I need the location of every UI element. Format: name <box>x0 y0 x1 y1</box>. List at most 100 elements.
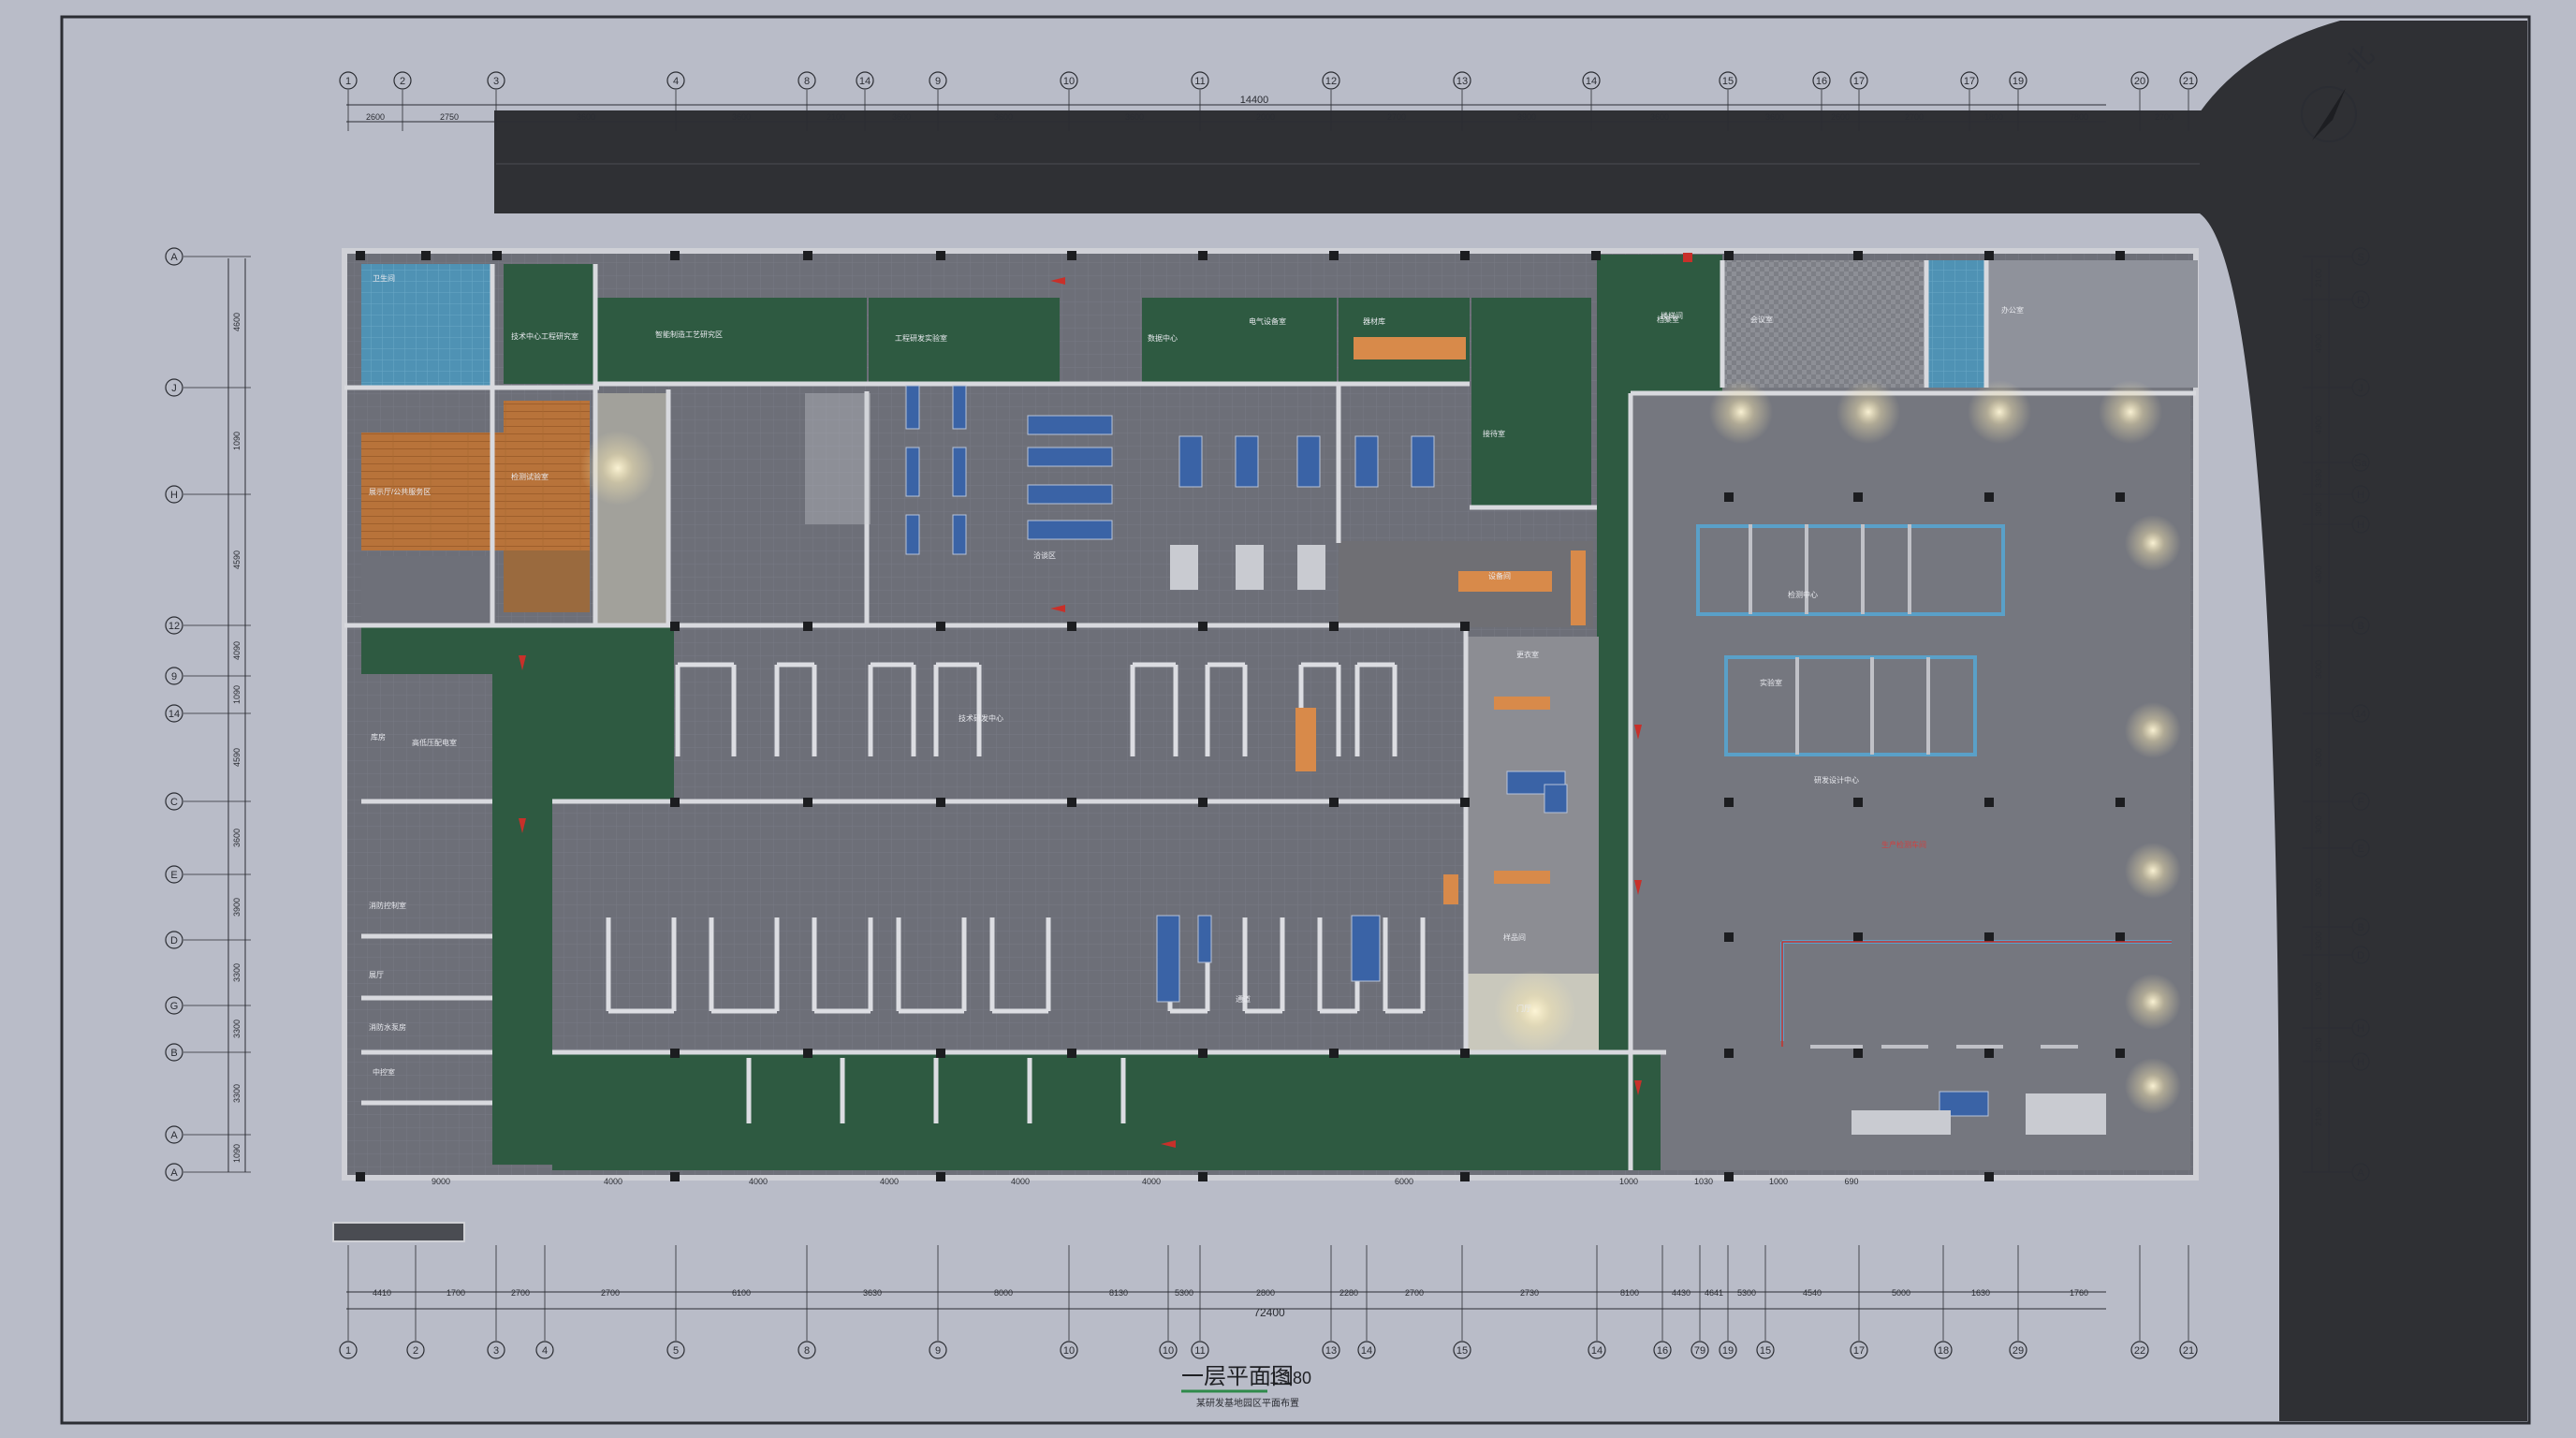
right-dimension: 3390 <box>2314 469 2323 488</box>
left-dimension: 3300 <box>232 963 242 982</box>
right-dimension: 1900 <box>2314 982 2323 1001</box>
foot-dimension: 4000 <box>1011 1177 1030 1186</box>
top-dimension: 3600 <box>994 112 1013 122</box>
bottom-dimension: 4430 <box>1672 1288 1690 1298</box>
room-label: 电气设备室 <box>1249 316 1286 326</box>
right-axis-label: A <box>2357 1167 2364 1179</box>
right-dimension: 4900 <box>2314 416 2323 434</box>
bottom-dimension: 6100 <box>732 1288 751 1298</box>
bottom-axis-label: 17 <box>1853 1345 1865 1357</box>
room-label: 库房 <box>371 732 386 741</box>
right-axis-label: J <box>2358 383 2364 394</box>
left-axis-label: 12 <box>168 621 180 632</box>
left-dimension: 1090 <box>232 685 242 704</box>
room-label: 检测试验室 <box>511 472 549 481</box>
top-dimension: 2700 <box>1905 112 1924 122</box>
left-axis-label: A <box>170 1130 178 1141</box>
room-label: 展厅 <box>369 971 384 979</box>
right-axis-label: B <box>2357 922 2364 933</box>
left-axis-label: C <box>170 797 178 808</box>
room-label: 实验室 <box>1760 678 1782 687</box>
bottom-axis-label: 13 <box>1325 1345 1337 1357</box>
top-axis-label: 3 <box>493 76 499 87</box>
room-label: 办公室 <box>2001 305 2024 315</box>
left-axis-label: E <box>170 870 177 881</box>
right-axis-label: H <box>2357 1057 2364 1068</box>
left-axis-label: 14 <box>168 709 180 720</box>
bottom-axis-label: 11 <box>1194 1345 1205 1357</box>
floor-plan-sheet: 北 卫生间 展示厅/公共服务区 技术中心工程研究室 检测试验室 智能制造工艺研究… <box>60 15 2531 1425</box>
right-dimension: 300 <box>2314 1037 2323 1051</box>
top-dimension: 2600 <box>1831 112 1850 122</box>
top-dimension: 3600 <box>732 112 751 122</box>
left-dimension: 4600 <box>232 313 242 331</box>
top-dimension: 2750 <box>440 112 459 122</box>
top-axis-label: 17 <box>1964 76 1975 87</box>
bottom-axis-label: 14 <box>1361 1345 1372 1357</box>
left-axis-label: H <box>170 490 178 501</box>
top-axis-label: 12 <box>1325 76 1337 87</box>
foot-dimension: 9000 <box>432 1177 450 1186</box>
bottom-axis-label: 29 <box>2012 1345 2024 1357</box>
foot-dimension: 1000 <box>1619 1177 1638 1186</box>
toilet-tile-2 <box>1926 260 1986 388</box>
top-axis-label: 10 <box>1063 76 1075 87</box>
bottom-dimension: 4410 <box>373 1288 391 1298</box>
right-dimension: 3300 <box>2314 932 2323 950</box>
right-dimension: 2190 <box>2314 1108 2323 1126</box>
bottom-dimension: 1700 <box>446 1288 465 1298</box>
room-label: 技术研发中心 <box>959 713 1003 723</box>
bottom-dimension: 5300 <box>1737 1288 1756 1298</box>
bottom-dimension: 1760 <box>2070 1288 2088 1298</box>
room-label: 生产检测车间 <box>1881 840 1926 849</box>
right-axis-label: F <box>2358 797 2364 808</box>
bottom-axis-label: 5 <box>673 1345 679 1357</box>
room-label: 会议室 <box>1750 315 1773 324</box>
right-axis-label: R <box>2357 295 2364 306</box>
top-dimension: 3600 <box>892 112 911 122</box>
left-axis-label: A <box>170 1167 178 1179</box>
bottom-axis-label: 79 <box>1694 1345 1705 1357</box>
top-axis-label: 14 <box>1586 76 1597 87</box>
top-dimension: 2700 <box>1387 112 1406 122</box>
bottom-dimension: 1630 <box>1971 1288 1990 1298</box>
bottom-axis-label: 3 <box>493 1345 499 1357</box>
left-dimension: 1090 <box>232 432 242 450</box>
bottom-dimension: 4641 <box>1705 1288 1723 1298</box>
bottom-dimension: 8000 <box>994 1288 1013 1298</box>
bottom-axis-label: 14 <box>1591 1345 1603 1357</box>
room-label: 消防控制室 <box>369 901 406 910</box>
room-label: 高低压配电室 <box>412 738 457 747</box>
top-total-dimension: 14400 <box>1240 95 1269 106</box>
top-dimension: 3600 <box>577 112 595 122</box>
top-axis-label: 2 <box>400 76 405 87</box>
drawing-subtitle: 某研发基地园区平面布置 <box>1196 1397 1299 1409</box>
room-label: 展示厅/公共服务区 <box>369 487 431 496</box>
left-dimension: 3600 <box>232 829 242 847</box>
top-axis-label: 19 <box>2012 76 2024 87</box>
left-dimension: 3900 <box>232 898 242 917</box>
right-dimension: 300 <box>2314 502 2323 516</box>
right-axis-label: Sa <box>2354 458 2367 469</box>
bottom-axis-label: 18 <box>1938 1345 1949 1357</box>
top-dimension: 1800 <box>1984 112 2003 122</box>
room-label: 数据中心 <box>1148 333 1178 343</box>
left-dimension: 4090 <box>232 641 242 660</box>
top-axis-label: 1 <box>345 76 351 87</box>
top-axis-label: 9 <box>935 76 941 87</box>
top-dimension: 2700 <box>2155 112 2174 122</box>
top-axis-label: 20 <box>2134 76 2145 87</box>
left-axis-label: B <box>170 1048 177 1059</box>
right-axis-label: H <box>2357 520 2364 531</box>
bottom-axis-label: 15 <box>1456 1345 1468 1357</box>
foot-dimension: 690 <box>1844 1177 1858 1186</box>
bottom-dimension: 5000 <box>1892 1288 1910 1298</box>
top-axis-label: 21 <box>2183 76 2194 87</box>
right-axis-label: H <box>2357 1023 2364 1034</box>
room-label: 通道 <box>1236 994 1251 1004</box>
right-dimension: 2100 <box>2314 269 2323 287</box>
top-dimension: 3600 <box>1765 112 1784 122</box>
top-dimension: 2100 <box>827 112 845 122</box>
top-dimension: 3900 <box>1517 112 1536 122</box>
right-axis-label: H <box>2357 490 2364 501</box>
